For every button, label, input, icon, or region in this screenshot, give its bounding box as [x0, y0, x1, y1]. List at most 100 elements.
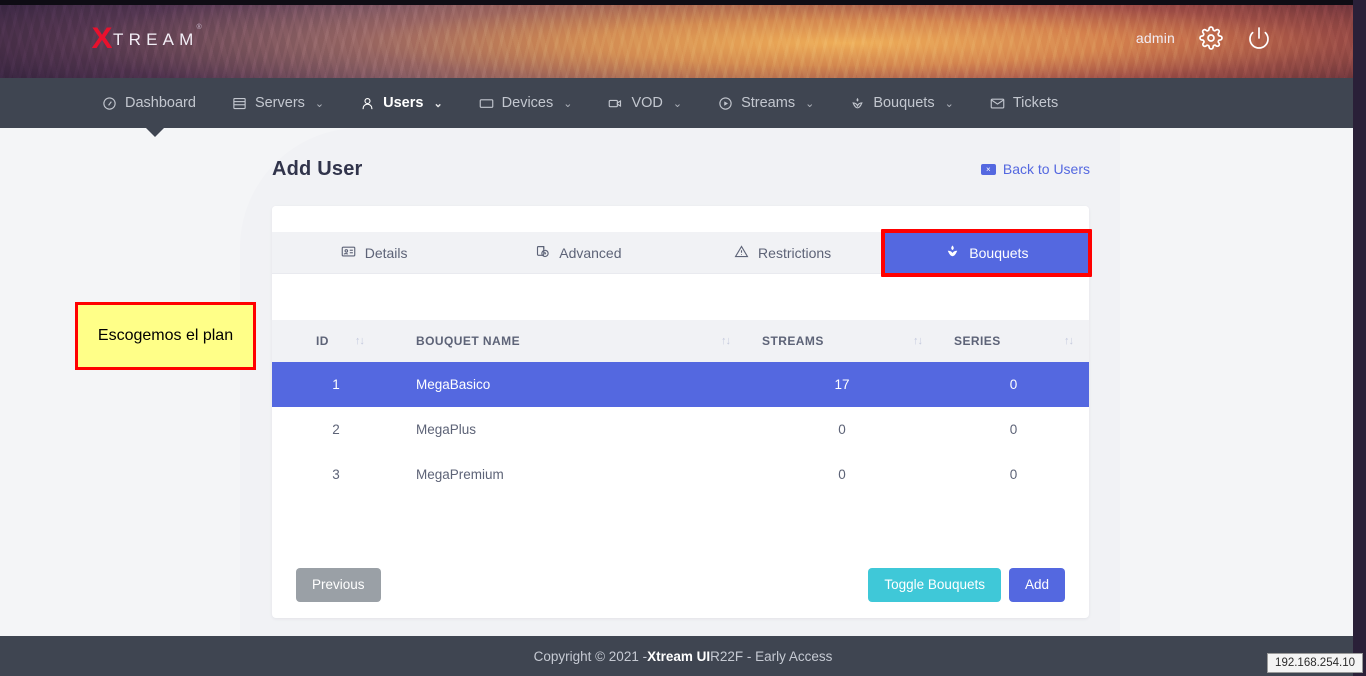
- column-header-streams[interactable]: STREAMS ↑↓: [746, 320, 938, 362]
- app-root: X TREAM ® admin Dashboard Servers ⌄ User…: [0, 0, 1366, 676]
- envelope-icon: [990, 96, 1005, 111]
- annotation-text: Escogemos el plan: [97, 327, 234, 344]
- column-header-id[interactable]: ID ↑↓: [272, 320, 400, 362]
- play-icon: [718, 96, 733, 111]
- nav-label: Servers: [254, 95, 305, 111]
- nav-item-streams[interactable]: Streams ⌄: [700, 78, 832, 128]
- topbar-actions: admin: [1136, 26, 1271, 50]
- chevron-down-icon: ⌄: [672, 97, 683, 110]
- chevron-down-icon: ⌄: [805, 97, 815, 110]
- right-action-group: Toggle Bouquets Add: [868, 568, 1065, 602]
- clock-copy-icon: [535, 244, 550, 262]
- nav-label: Tickets: [1012, 95, 1059, 111]
- table-row[interactable]: 1 MegaBasico 17 0: [272, 362, 1089, 407]
- chevron-down-icon: ⌄: [314, 97, 325, 110]
- close-icon: ×: [980, 163, 996, 175]
- nav-item-dashboard[interactable]: Dashboard: [84, 78, 214, 128]
- cell-streams: 0: [838, 467, 846, 482]
- card-action-row: Previous Toggle Bouquets Add: [272, 568, 1089, 602]
- table-row[interactable]: 2 MegaPlus 0 0: [272, 407, 1089, 452]
- table-head: ID ↑↓ BOUQUET NAME ↑↓ STREAMS ↑↓ SERIES …: [272, 320, 1089, 362]
- annotation-callout: Escogemos el plan: [75, 302, 256, 370]
- nav-item-users[interactable]: Users ⌄: [342, 78, 461, 128]
- add-user-card: Details Advanced Restrictions Bouquets I…: [272, 206, 1089, 618]
- gear-icon[interactable]: [1199, 26, 1223, 50]
- nav-label: Dashboard: [125, 95, 196, 111]
- sort-icon[interactable]: ↑↓: [341, 335, 365, 347]
- nav-label: Users: [383, 95, 424, 111]
- cell-name: MegaPlus: [416, 422, 477, 437]
- tab-details[interactable]: Details: [272, 232, 476, 274]
- cell-id: 3: [332, 467, 340, 482]
- device-icon: [479, 96, 494, 111]
- cell-streams: 17: [746, 362, 938, 407]
- video-icon: [608, 96, 623, 111]
- top-brand-bar: X TREAM ® admin: [0, 0, 1366, 78]
- dashboard-icon: [102, 96, 117, 111]
- sort-icon[interactable]: ↑↓: [899, 335, 923, 347]
- nav-label: Streams: [741, 95, 796, 111]
- server-icon: [232, 96, 247, 111]
- nav-item-devices[interactable]: Devices ⌄: [461, 78, 591, 128]
- nav-item-vod[interactable]: VOD ⌄: [590, 78, 700, 128]
- column-label: SERIES: [954, 334, 1001, 348]
- toggle-bouquets-button[interactable]: Toggle Bouquets: [868, 568, 1001, 602]
- nav-item-bouquets[interactable]: Bouquets ⌄: [832, 78, 972, 128]
- brand-logo[interactable]: X TREAM ®: [91, 24, 202, 54]
- add-button[interactable]: Add: [1008, 568, 1065, 602]
- cell-series: 0: [1009, 422, 1018, 437]
- sort-icon[interactable]: ↑↓: [1050, 335, 1074, 347]
- active-nav-indicator-arrow: [146, 128, 164, 137]
- bouquet-icon: [850, 96, 865, 111]
- column-label: BOUQUET NAME: [416, 334, 521, 348]
- footer-brand: Xtream UI: [647, 648, 711, 664]
- power-icon[interactable]: [1247, 26, 1271, 50]
- cell-series: 0: [1009, 467, 1018, 482]
- table-header-row: ID ↑↓ BOUQUET NAME ↑↓ STREAMS ↑↓ SERIES …: [272, 320, 1089, 362]
- nav-label: VOD: [631, 95, 663, 111]
- navbar-items: Dashboard Servers ⌄ Users ⌄ Devices ⌄ VO…: [84, 78, 1076, 128]
- footer-suffix: R22F - Early Access: [710, 648, 833, 664]
- cell-name: MegaPremium: [416, 467, 504, 482]
- nav-label: Devices: [501, 95, 554, 111]
- tab-label: Restrictions: [758, 245, 832, 261]
- tab-bar: Details Advanced Restrictions Bouquets: [272, 232, 1089, 274]
- tab-advanced[interactable]: Advanced: [476, 232, 680, 274]
- brand-wordmark: TREAM: [113, 29, 199, 49]
- right-edge-strip: [1353, 0, 1366, 676]
- warning-icon: [734, 244, 749, 262]
- previous-button[interactable]: Previous: [296, 568, 381, 602]
- tab-label: Details: [364, 245, 408, 261]
- sort-icon[interactable]: ↑↓: [707, 335, 731, 347]
- page-title: Add User: [272, 158, 363, 180]
- window-top-strip: [0, 0, 1366, 5]
- cell-name: MegaBasico: [400, 362, 746, 407]
- column-header-series[interactable]: SERIES ↑↓: [938, 320, 1089, 362]
- column-label: STREAMS: [762, 334, 824, 348]
- nav-label: Bouquets: [873, 95, 935, 111]
- tab-label: Advanced: [559, 245, 622, 261]
- cell-streams: 0: [838, 422, 846, 437]
- column-label: ID: [316, 334, 329, 348]
- table-body: 1 MegaBasico 17 0 2 MegaPlus 0 0 3 MegaP…: [272, 362, 1089, 497]
- back-to-users-link[interactable]: × Back to Users: [980, 161, 1090, 177]
- tab-restrictions[interactable]: Restrictions: [681, 232, 885, 274]
- tab-label: Bouquets: [969, 245, 1029, 261]
- cell-id: 1: [272, 362, 400, 407]
- brand-trademark: ®: [196, 24, 202, 31]
- chevron-down-icon: ⌄: [433, 97, 443, 110]
- nav-item-tickets[interactable]: Tickets: [972, 78, 1076, 128]
- cell-id: 2: [332, 422, 340, 437]
- table-row[interactable]: 3 MegaPremium 0 0: [272, 452, 1089, 497]
- bouquets-table: ID ↑↓ BOUQUET NAME ↑↓ STREAMS ↑↓ SERIES …: [272, 320, 1089, 497]
- main-navbar: Dashboard Servers ⌄ Users ⌄ Devices ⌄ VO…: [0, 78, 1366, 128]
- column-header-bouquet-name[interactable]: BOUQUET NAME ↑↓: [400, 320, 746, 362]
- back-link-label: Back to Users: [1002, 161, 1090, 177]
- admin-username[interactable]: admin: [1136, 30, 1175, 46]
- id-card-icon: [341, 244, 356, 262]
- nav-item-servers[interactable]: Servers ⌄: [214, 78, 342, 128]
- chevron-down-icon: ⌄: [563, 97, 573, 110]
- tab-bouquets[interactable]: Bouquets: [884, 232, 1089, 274]
- footer-prefix: Copyright © 2021 -: [533, 648, 648, 664]
- card-body: ID ↑↓ BOUQUET NAME ↑↓ STREAMS ↑↓ SERIES …: [272, 320, 1089, 497]
